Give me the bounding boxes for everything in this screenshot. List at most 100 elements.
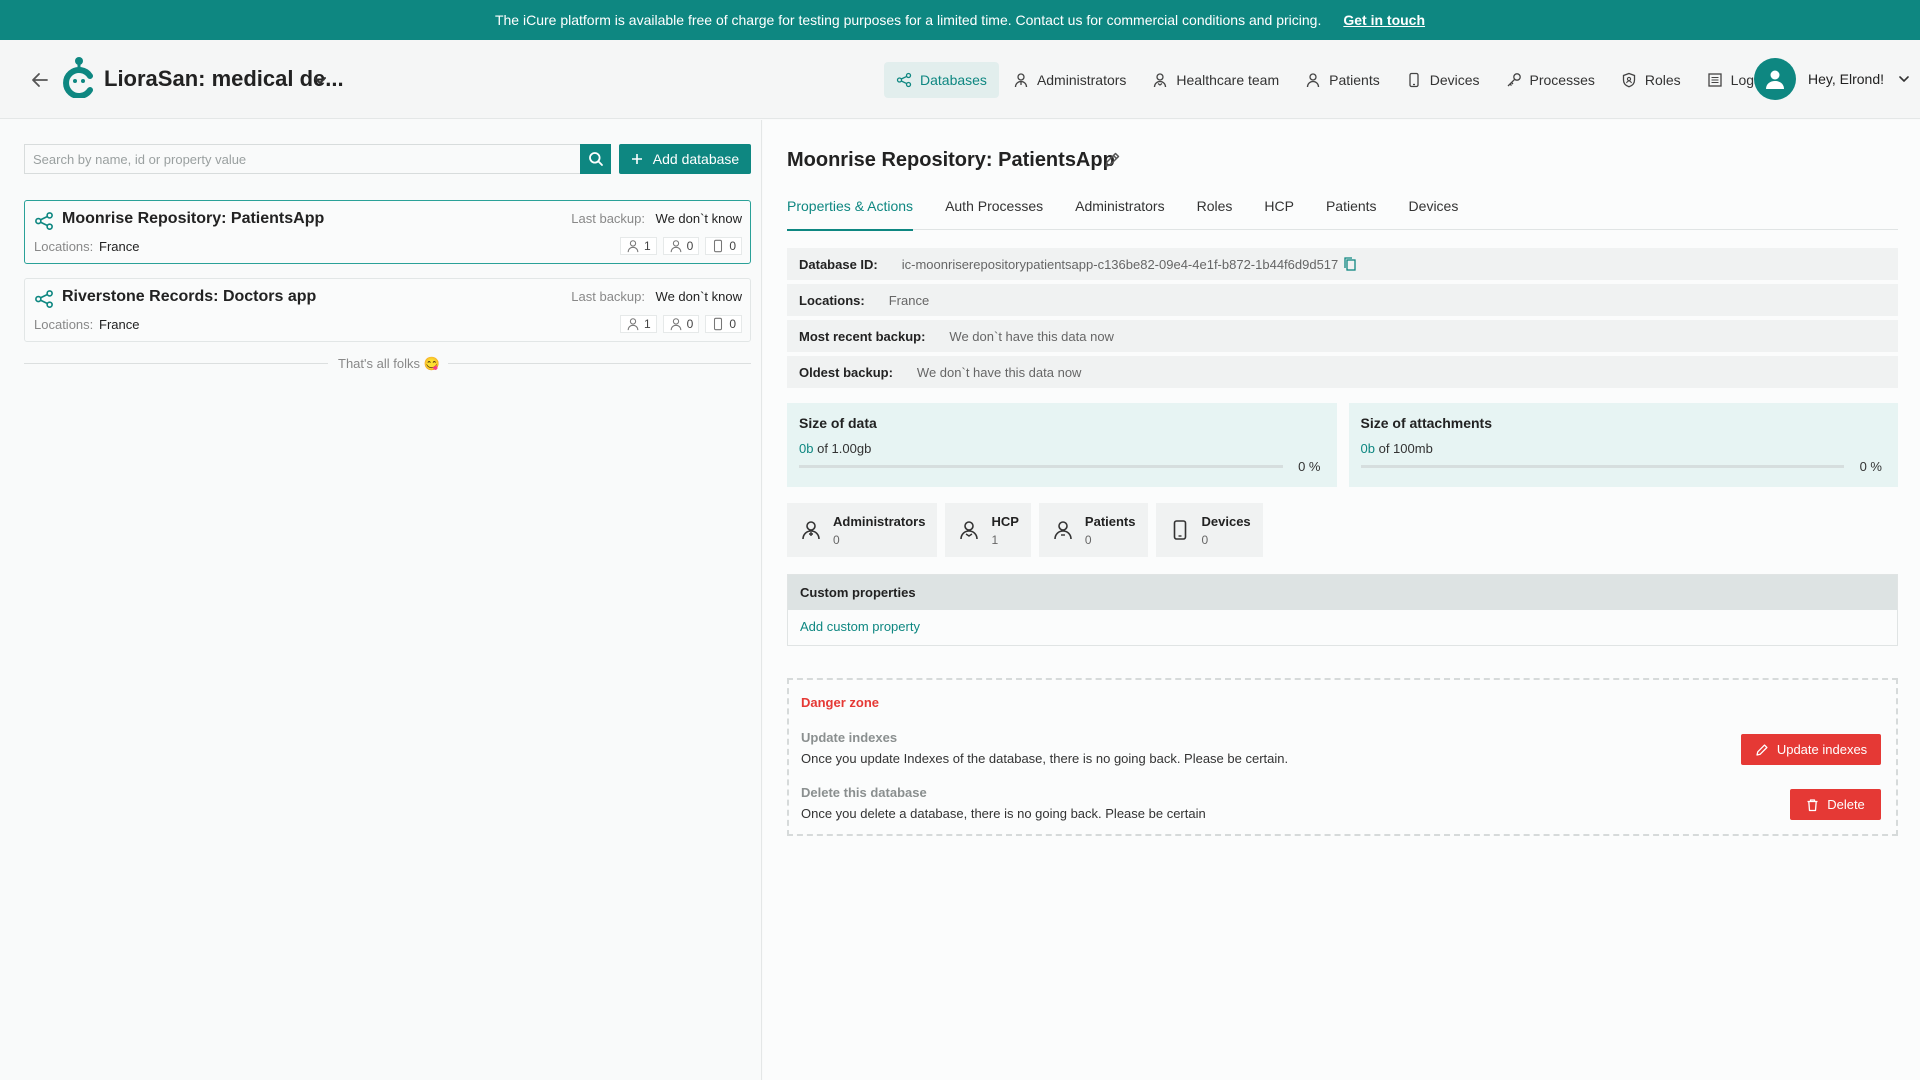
user-menu[interactable]: Hey, Elrond! bbox=[1754, 58, 1912, 100]
copy-icon[interactable] bbox=[1344, 257, 1356, 271]
end-of-list: That's all folks 😋 bbox=[24, 356, 751, 371]
property-value: We don`t have this data now bbox=[949, 328, 1114, 344]
hcp-count: 1 bbox=[619, 315, 657, 333]
devices-count: 0 bbox=[705, 237, 742, 255]
stat-value: 0 bbox=[1201, 532, 1209, 547]
nav-patients[interactable]: Patients bbox=[1293, 62, 1392, 98]
tab-patients[interactable]: Patients bbox=[1326, 198, 1377, 230]
patients-icon bbox=[670, 240, 681, 253]
healthcare-team-icon bbox=[1154, 73, 1167, 88]
stat-patients[interactable]: Patients 0 bbox=[1038, 503, 1148, 557]
plus-icon bbox=[631, 154, 642, 164]
trash-icon bbox=[1807, 798, 1818, 811]
size-of-data-progress-bar bbox=[799, 465, 1283, 468]
last-backup-value: We don`t know bbox=[655, 289, 742, 304]
database-properties: Database ID: ic-moonriserepositorypatien… bbox=[787, 248, 1898, 392]
tab-administrators[interactable]: Administrators bbox=[1075, 198, 1164, 230]
nav-healthcare-team-label: Healthcare team bbox=[1176, 72, 1280, 88]
last-backup-label: Last backup: bbox=[571, 289, 645, 304]
size-of-data-card: Size of data 0b of 1.00gb 0 % bbox=[787, 403, 1337, 487]
stat-administrators[interactable]: Administrators 0 bbox=[787, 503, 938, 557]
hcp-icon bbox=[960, 521, 979, 540]
user-greeting: Hey, Elrond! bbox=[1808, 71, 1884, 87]
database-card-riverstone[interactable]: Riverstone Records: Doctors app Last bac… bbox=[24, 278, 751, 342]
get-in-touch-link[interactable]: Get in touch bbox=[1343, 12, 1425, 28]
search-button[interactable] bbox=[580, 144, 611, 174]
update-indexes-button[interactable]: Update indexes bbox=[1741, 734, 1881, 765]
database-card-moonrise[interactable]: Moonrise Repository: PatientsApp Last ba… bbox=[24, 200, 751, 264]
last-backup-label: Last backup: bbox=[571, 211, 645, 226]
device-icon bbox=[1409, 72, 1419, 88]
back-arrow-icon[interactable] bbox=[28, 68, 52, 92]
locations-label: Locations: bbox=[34, 317, 94, 332]
icure-logo-icon bbox=[62, 54, 96, 98]
administrator-icon bbox=[1014, 73, 1028, 88]
top-navigation-bar: LioraSan: medical de... Databases Admini… bbox=[0, 40, 1920, 119]
database-network-icon bbox=[35, 212, 53, 230]
add-custom-property-link[interactable]: Add custom property bbox=[800, 619, 920, 634]
delete-label: Delete bbox=[1827, 797, 1865, 812]
divider bbox=[24, 363, 328, 364]
logs-icon bbox=[1708, 73, 1722, 87]
property-row-database-id: Database ID: ic-moonriserepositorypatien… bbox=[787, 248, 1898, 280]
tab-auth-processes[interactable]: Auth Processes bbox=[945, 198, 1043, 230]
database-counts: 1 0 0 bbox=[619, 315, 742, 333]
devices-icon bbox=[1173, 520, 1186, 540]
property-row-most-recent-backup: Most recent backup: We don`t have this d… bbox=[787, 320, 1898, 352]
property-key: Database ID: bbox=[799, 256, 878, 272]
tab-roles[interactable]: Roles bbox=[1197, 198, 1233, 230]
nav-healthcare-team[interactable]: Healthcare team bbox=[1140, 62, 1291, 98]
edit-pencil-icon[interactable] bbox=[1103, 151, 1121, 169]
user-avatar-icon bbox=[1766, 70, 1784, 89]
patients-count: 0 bbox=[662, 237, 700, 255]
detail-tabs: Properties & Actions Auth Processes Admi… bbox=[787, 198, 1898, 231]
promo-banner: The iCure platform is available free of … bbox=[0, 0, 1920, 40]
entity-stats: Administrators 0 HCP 1 Patients 0 Devices 0 bbox=[787, 503, 1263, 557]
stat-value: 1 bbox=[991, 532, 999, 547]
tab-properties-actions[interactable]: Properties & Actions bbox=[787, 198, 914, 231]
nav-devices[interactable]: Devices bbox=[1394, 62, 1492, 98]
nav-administrators-label: Administrators bbox=[1036, 72, 1127, 88]
danger-zone-title: Danger zone bbox=[801, 695, 880, 710]
stat-label: Devices bbox=[1201, 513, 1251, 529]
search-input[interactable] bbox=[24, 144, 580, 174]
total-value: of 1.00gb bbox=[817, 441, 872, 456]
nav-processes[interactable]: Processes bbox=[1494, 62, 1607, 98]
nav-roles[interactable]: Roles bbox=[1609, 62, 1693, 98]
tab-hcp[interactable]: HCP bbox=[1264, 198, 1294, 230]
devices-icon bbox=[714, 317, 723, 331]
property-row-oldest-backup: Oldest backup: We don`t have this data n… bbox=[787, 356, 1898, 388]
nav-administrators[interactable]: Administrators bbox=[1001, 62, 1138, 98]
databases-icon bbox=[896, 72, 912, 88]
hcp-icon bbox=[627, 318, 639, 331]
hcp-icon bbox=[627, 240, 639, 253]
storage-usage: Size of data 0b of 1.00gb 0 % Size of at… bbox=[787, 403, 1898, 487]
app-title[interactable]: LioraSan: medical de... bbox=[104, 66, 344, 92]
database-network-icon bbox=[35, 290, 53, 308]
devices-count-value: 0 bbox=[729, 317, 736, 331]
size-of-data-usage: 0b of 1.00gb bbox=[799, 441, 871, 456]
property-key: Oldest backup: bbox=[799, 364, 893, 380]
chevron-down-icon[interactable] bbox=[1896, 71, 1912, 87]
stat-hcp[interactable]: HCP 1 bbox=[945, 503, 1031, 557]
size-of-attachments-progress-bar bbox=[1360, 465, 1844, 468]
patient-icon bbox=[1306, 73, 1320, 88]
devices-count-value: 0 bbox=[729, 239, 736, 253]
danger-zone: Danger zone Update indexes Once you upda… bbox=[787, 678, 1898, 836]
update-indexes-label: Update indexes bbox=[1776, 742, 1868, 757]
tab-devices[interactable]: Devices bbox=[1409, 198, 1459, 230]
avatar[interactable] bbox=[1754, 58, 1796, 100]
database-name: Moonrise Repository: PatientsApp bbox=[62, 210, 325, 227]
add-database-button[interactable]: Add database bbox=[619, 144, 751, 174]
locations-label: Locations: bbox=[34, 239, 94, 254]
stat-devices[interactable]: Devices 0 bbox=[1155, 503, 1263, 557]
chevron-down-icon[interactable] bbox=[310, 70, 330, 90]
delete-database-title: Delete this database bbox=[801, 785, 927, 800]
devices-icon bbox=[714, 239, 723, 253]
pencil-icon bbox=[1756, 743, 1768, 756]
nav-databases[interactable]: Databases bbox=[884, 62, 999, 98]
delete-database-button[interactable]: Delete bbox=[1790, 789, 1881, 820]
custom-properties-section: Custom properties Add custom property bbox=[787, 574, 1898, 646]
size-of-data-title: Size of data bbox=[799, 415, 877, 431]
database-id-value: ic-moonriserepositorypatientsapp-c136be8… bbox=[901, 256, 1339, 272]
